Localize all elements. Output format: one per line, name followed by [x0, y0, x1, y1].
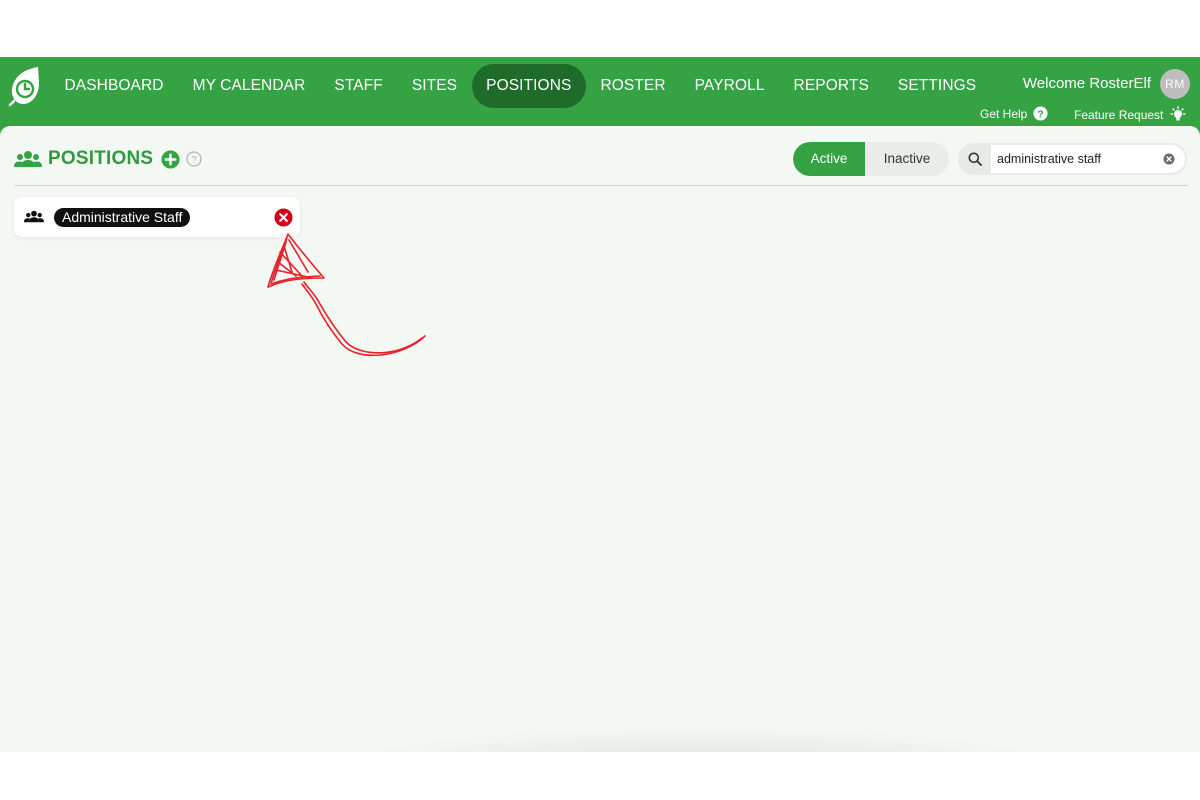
people-group-icon [24, 210, 44, 223]
bottom-shadow [310, 726, 1090, 752]
nav-item-positions[interactable]: POSITIONS [471, 64, 586, 108]
main-nav: DASHBOARD MY CALENDAR STAFF SITES POSITI… [50, 64, 991, 108]
nav-item-roster[interactable]: ROSTER [586, 64, 680, 108]
clear-search-icon[interactable] [1163, 153, 1175, 165]
nav-item-dashboard[interactable]: DASHBOARD [50, 64, 178, 108]
active-filter-button[interactable]: Active [793, 142, 865, 176]
nav-item-staff[interactable]: STAFF [320, 64, 397, 108]
app-logo-icon[interactable] [8, 65, 42, 107]
page-header: POSITIONS ? [14, 148, 202, 170]
get-help-link[interactable]: Get Help ? [980, 106, 1048, 121]
svg-text:?: ? [1038, 109, 1044, 120]
lightbulb-icon [1170, 106, 1187, 121]
content-panel: POSITIONS ? Active Inactive administrati… [0, 126, 1200, 752]
remove-position-icon[interactable] [274, 208, 293, 227]
position-card[interactable]: Administrative Staff [14, 197, 300, 237]
get-help-label: Get Help [980, 106, 1028, 121]
top-navigation-bar: DASHBOARD MY CALENDAR STAFF SITES POSITI… [0, 57, 1200, 127]
header-divider [14, 185, 1188, 186]
page-title: POSITIONS [48, 148, 154, 169]
nav-item-settings[interactable]: SETTINGS [883, 64, 990, 108]
status-toggle: Active Inactive [793, 142, 949, 176]
avatar[interactable]: RM [1160, 69, 1190, 99]
help-question-icon[interactable]: ? [186, 151, 202, 167]
add-position-button[interactable] [161, 149, 180, 169]
annotation-arrow-icon [267, 233, 426, 357]
people-group-icon [14, 151, 42, 167]
question-circle-icon: ? [1033, 106, 1048, 121]
feature-request-label: Feature Request [1074, 108, 1164, 122]
inactive-filter-button[interactable]: Inactive [865, 142, 949, 176]
nav-item-my-calendar[interactable]: MY CALENDAR [178, 64, 320, 108]
search-box [958, 143, 1187, 175]
search-input[interactable] [991, 145, 1185, 173]
position-name: Administrative Staff [54, 208, 191, 227]
search-icon [968, 152, 982, 166]
nav-item-reports[interactable]: REPORTS [779, 64, 883, 108]
feature-request-link[interactable]: Feature Request [1074, 106, 1187, 124]
nav-item-sites[interactable]: SITES [397, 64, 471, 108]
svg-text:?: ? [191, 155, 197, 166]
welcome-text: Welcome RosterElf [1022, 75, 1151, 92]
app-window: DASHBOARD MY CALENDAR STAFF SITES POSITI… [0, 57, 1200, 752]
nav-item-payroll[interactable]: PAYROLL [680, 64, 779, 108]
